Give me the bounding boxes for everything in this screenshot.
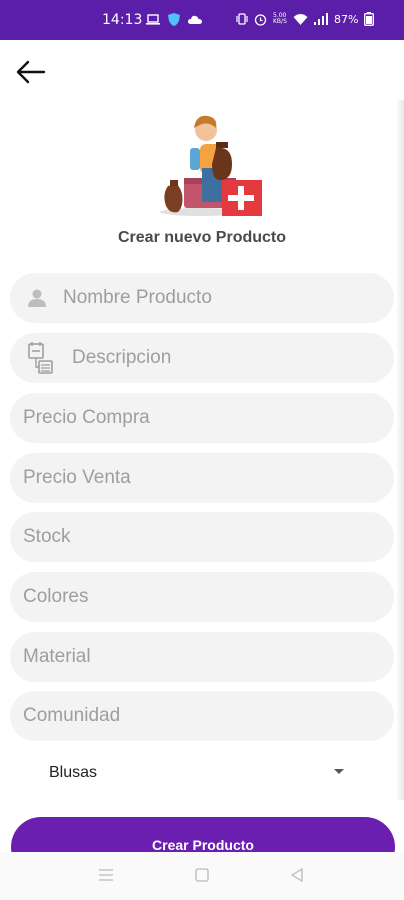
status-time: 14:13 (102, 12, 143, 28)
material-placeholder: Material (23, 646, 91, 667)
battery-icon (364, 12, 375, 26)
comunidad-placeholder: Comunidad (23, 705, 121, 726)
page-title: Crear nuevo Producto (117, 229, 287, 246)
vibrate-icon (236, 13, 248, 25)
scroll-edge (396, 100, 404, 800)
colores-placeholder: Colores (23, 586, 89, 607)
home-nav-icon[interactable] (195, 868, 209, 887)
description-icon (28, 341, 54, 375)
nombre-producto-field[interactable]: Nombre Producto (10, 273, 394, 323)
descripcion-placeholder: Descripcion (72, 347, 172, 368)
colores-field[interactable]: Colores (10, 572, 394, 622)
signal-icon (314, 13, 328, 25)
categoria-selected-value: Blusas (49, 764, 98, 781)
person-icon (27, 288, 47, 308)
system-nav-bar (0, 852, 404, 900)
menu-nav-icon[interactable] (98, 868, 114, 887)
descripcion-field[interactable]: Descripcion (10, 333, 394, 383)
battery-level: 87% (334, 12, 359, 26)
back-nav-icon[interactable] (290, 868, 304, 887)
stock-field[interactable]: Stock (10, 512, 394, 562)
precio-venta-placeholder: Precio Venta (23, 467, 131, 488)
stock-placeholder: Stock (23, 526, 71, 547)
precio-compra-field[interactable]: Precio Compra (10, 393, 394, 443)
material-field[interactable]: Material (10, 632, 394, 682)
back-button[interactable] (14, 58, 50, 88)
arrow-left-icon (16, 60, 46, 84)
potter-illustration (150, 108, 262, 218)
laptop-icon (146, 14, 160, 25)
alarm-icon (254, 13, 267, 26)
status-bar: 14:13 5.00 KB/S 87% (0, 0, 404, 40)
precio-venta-field[interactable]: Precio Venta (10, 453, 394, 503)
nombre-producto-placeholder: Nombre Producto (63, 287, 212, 308)
comunidad-field[interactable]: Comunidad (10, 691, 394, 741)
shield-icon (168, 13, 180, 26)
data-speed: 5.00 KB/S (273, 12, 287, 25)
wifi-icon (293, 14, 308, 25)
cloud-icon (188, 15, 202, 24)
categoria-select[interactable]: Blusas (10, 752, 394, 794)
precio-compra-placeholder: Precio Compra (23, 407, 150, 428)
dropdown-caret-icon (334, 769, 344, 774)
